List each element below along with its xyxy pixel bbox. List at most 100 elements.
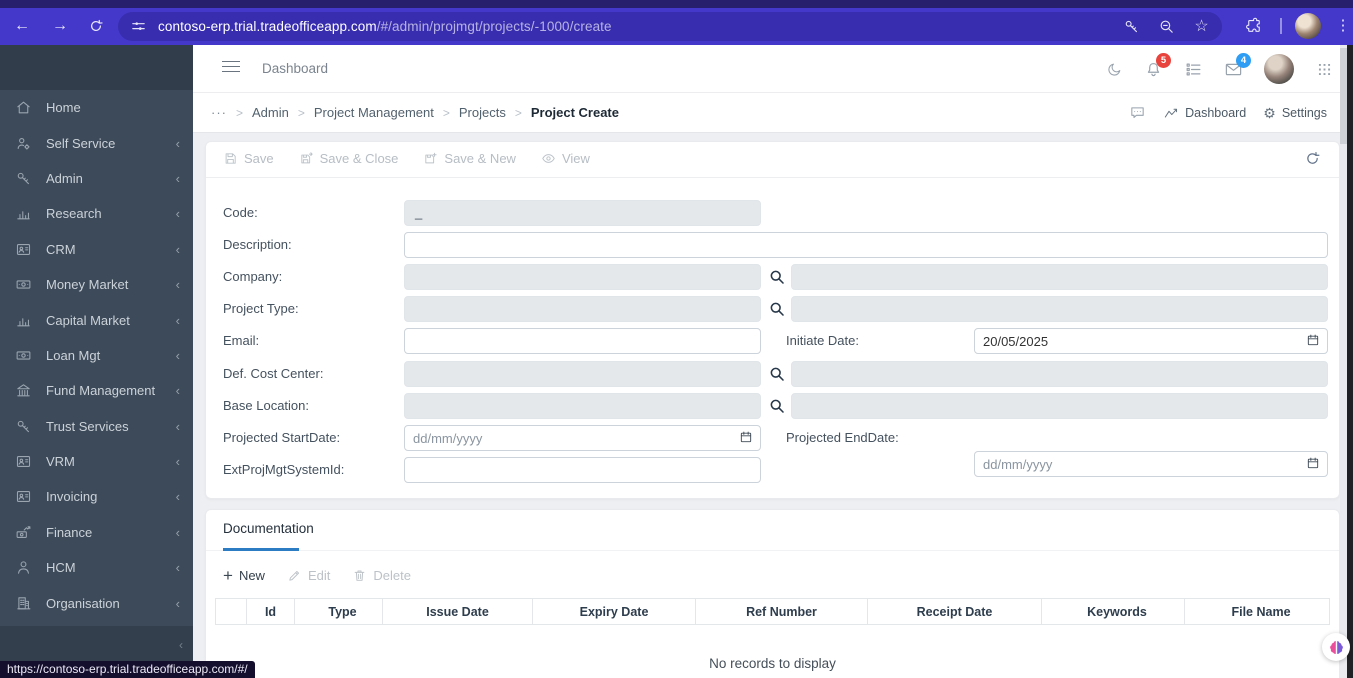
sidebar-item-capital-market[interactable]: Capital Market ‹ [0, 302, 193, 337]
sidebar-item-money-market[interactable]: Money Market ‹ [0, 267, 193, 302]
browser-menu-icon[interactable]: ⋮ [1331, 14, 1353, 38]
address-bar[interactable]: contoso-erp.trial.tradeofficeapp.com/#/a… [118, 12, 1222, 41]
site-settings-icon[interactable] [130, 18, 147, 35]
save-close-button[interactable]: Save & Close [299, 151, 398, 166]
form-row-def-cost-center: Def. Cost Center: [206, 361, 1339, 387]
sidebar-item-self-service[interactable]: Self Service ‹ [0, 125, 193, 160]
id-card-icon [15, 488, 32, 505]
id-card-icon [15, 453, 32, 470]
projected-start-date-input[interactable] [404, 425, 761, 451]
edit-button[interactable]: Edit [287, 568, 330, 583]
save-button[interactable]: Save [223, 151, 274, 166]
column-header-select[interactable] [215, 598, 247, 625]
bookmark-star-icon[interactable]: ☆ [1193, 18, 1210, 35]
project-type-search-icon[interactable] [768, 300, 786, 318]
settings-link[interactable]: ⚙ Settings [1263, 105, 1327, 121]
company-search-icon[interactable] [768, 268, 786, 286]
save-new-button[interactable]: Save & New [423, 151, 516, 166]
email-input[interactable] [404, 328, 761, 354]
key-icon [15, 418, 32, 435]
dashboard-link[interactable]: Dashboard [1163, 105, 1246, 121]
ai-assistant-button[interactable] [1322, 633, 1350, 661]
navbar-title: Dashboard [262, 61, 329, 76]
tab-documentation[interactable]: Documentation [223, 521, 314, 536]
sidebar-item-fund-management[interactable]: Fund Management ‹ [0, 373, 193, 408]
form-row-email: Email: Initiate Date: [206, 328, 1339, 354]
view-button[interactable]: View [541, 151, 590, 166]
code-field: _ [404, 200, 761, 226]
ext-proj-mgt-system-id-input[interactable] [404, 457, 761, 483]
chevron-right-icon: > [514, 105, 522, 120]
sidebar-item-label: Home [46, 100, 81, 116]
browser-window: ← → contoso-erp.trial.tradeofficeapp.com… [0, 0, 1353, 678]
breadcrumb-project-management[interactable]: Project Management [314, 105, 434, 120]
column-header-issue-date[interactable]: Issue Date [382, 598, 533, 625]
mail-badge: 4 [1236, 52, 1251, 68]
save-close-icon [299, 151, 314, 166]
sidebar-item-finance[interactable]: Finance ‹ [0, 515, 193, 550]
user-avatar[interactable] [1264, 54, 1294, 84]
chat-icon[interactable] [1129, 104, 1146, 121]
menu-toggle-icon[interactable] [222, 61, 240, 77]
zoom-icon[interactable] [1158, 18, 1175, 35]
sidebar-menu: Home‹Self Service‹Admin‹Research‹CRM‹Mon… [0, 90, 193, 621]
column-header-id[interactable]: Id [246, 598, 295, 625]
column-header-receipt-date[interactable]: Receipt Date [867, 598, 1042, 625]
chevron-right-icon: > [236, 105, 244, 120]
password-key-icon[interactable] [1123, 18, 1140, 35]
task-list-icon[interactable] [1184, 60, 1203, 79]
sidebar-item-trust-services[interactable]: Trust Services ‹ [0, 409, 193, 444]
description-input[interactable] [404, 232, 1328, 258]
column-header-keywords[interactable]: Keywords [1041, 598, 1185, 625]
sidebar-item-invoicing[interactable]: Invoicing ‹ [0, 479, 193, 514]
back-icon[interactable]: ← [10, 14, 34, 38]
page-scrollbar-thumb[interactable] [1340, 48, 1347, 144]
chevron-left-icon: ‹ [175, 595, 180, 611]
email-label: Email: [223, 333, 260, 348]
form-row-company: Company: [206, 264, 1339, 290]
column-header-type[interactable]: Type [294, 598, 383, 625]
column-header-ref-number[interactable]: Ref Number [695, 598, 868, 625]
chevron-left-icon[interactable]: ‹ [179, 638, 183, 652]
extensions-icon[interactable] [1242, 14, 1266, 38]
refresh-icon[interactable] [1304, 150, 1321, 167]
save-new-icon [423, 151, 438, 166]
chevron-right-icon: > [297, 105, 305, 120]
banknote-icon [15, 347, 32, 364]
delete-button[interactable]: Delete [352, 568, 411, 583]
notifications-bell-icon[interactable]: 5 [1144, 52, 1171, 79]
sidebar-item-loan-mgt[interactable]: Loan Mgt ‹ [0, 338, 193, 373]
mail-icon[interactable]: 4 [1224, 52, 1251, 79]
sidebar: Home‹Self Service‹Admin‹Research‹CRM‹Mon… [0, 45, 193, 678]
new-button[interactable]: + New [223, 567, 265, 584]
form-row-projected-dates: Projected StartDate: Projected EndDate: [206, 425, 1339, 477]
chevron-left-icon: ‹ [175, 170, 180, 186]
sidebar-item-vrm[interactable]: VRM ‹ [0, 444, 193, 479]
sidebar-item-crm[interactable]: CRM ‹ [0, 232, 193, 267]
base-location-search-icon[interactable] [768, 397, 786, 415]
sidebar-item-admin[interactable]: Admin ‹ [0, 161, 193, 196]
def-cost-center-search-icon[interactable] [768, 365, 786, 383]
breadcrumb-projects[interactable]: Projects [459, 105, 506, 120]
breadcrumb-current: Project Create [530, 105, 619, 120]
forward-icon[interactable]: → [48, 14, 72, 38]
sidebar-item-hcm[interactable]: HCM ‹ [0, 550, 193, 585]
reload-icon[interactable] [84, 14, 108, 38]
apps-grid-icon[interactable] [1315, 60, 1334, 79]
breadcrumb-admin[interactable]: Admin [252, 105, 289, 120]
chevron-left-icon: ‹ [175, 206, 180, 222]
column-header-file-name[interactable]: File Name [1184, 598, 1330, 625]
project-type-input [404, 296, 761, 322]
sidebar-item-label: Finance [46, 524, 93, 540]
initiate-date-input[interactable] [974, 328, 1328, 354]
sidebar-item-home[interactable]: Home‹ [0, 90, 193, 125]
browser-profile-avatar[interactable] [1295, 13, 1321, 39]
documentation-toolbar: + New Edit Delete [223, 567, 411, 584]
breadcrumb-ellipsis[interactable]: ··· [211, 105, 227, 120]
sidebar-item-research[interactable]: Research ‹ [0, 196, 193, 231]
chevron-left-icon: ‹ [175, 524, 180, 540]
sidebar-item-organisation[interactable]: Organisation ‹ [0, 585, 193, 620]
dark-mode-moon-icon[interactable] [1106, 61, 1123, 78]
eye-icon [541, 151, 556, 166]
column-header-expiry-date[interactable]: Expiry Date [532, 598, 696, 625]
